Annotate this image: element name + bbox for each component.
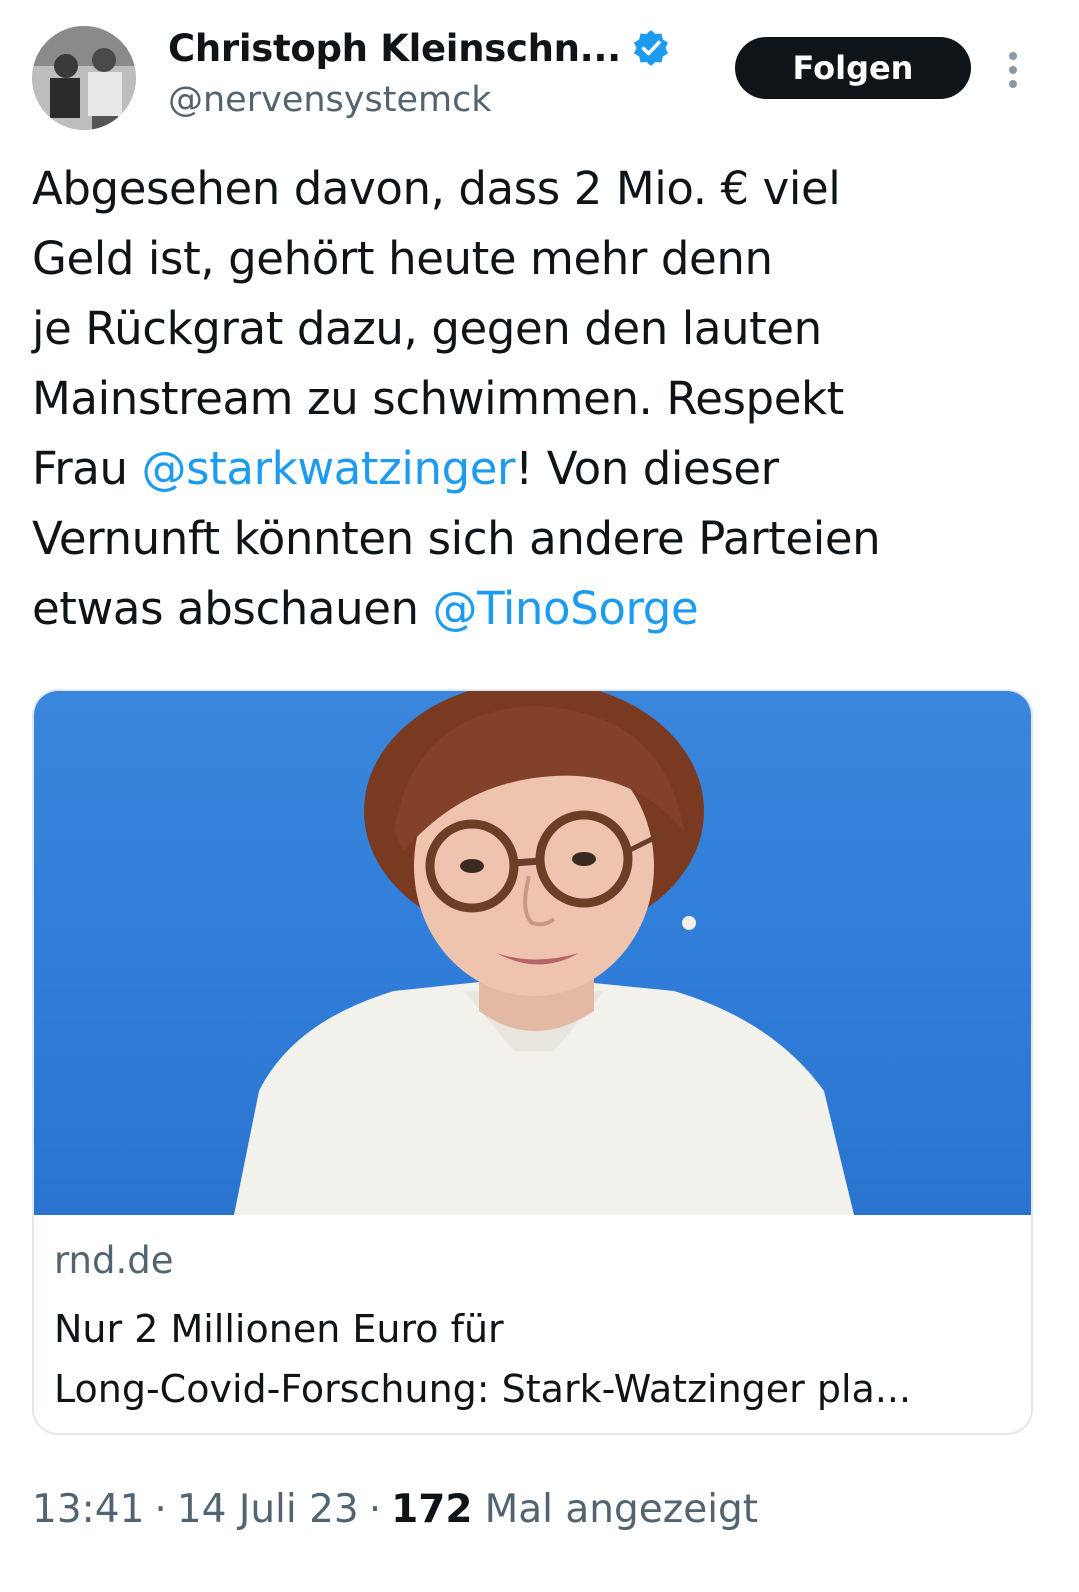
tweet-line: Vernunft könnten sich andere Parteien — [32, 512, 881, 565]
link-preview-image[interactable] — [34, 691, 1031, 1215]
tweet-line: Frau @starkwatzinger! Von dieser — [32, 442, 779, 495]
author-handle[interactable]: @nervensystemck — [168, 80, 492, 120]
tweet-time[interactable]: 13:41 — [32, 1487, 144, 1532]
views-label: Mal angezeigt — [484, 1487, 759, 1532]
tweet-text: Abgesehen davon, dass 2 Mio. € viel Geld… — [32, 154, 1047, 644]
author-name-row[interactable]: Christoph Kleinschn... — [168, 22, 671, 74]
follow-button[interactable]: Folgen — [735, 37, 971, 99]
tweet-line: etwas abschauen @TinoSorge — [32, 582, 699, 635]
tweet-line: Geld ist, gehört heute mehr denn — [32, 232, 773, 285]
mention-link-tinosorge[interactable]: @TinoSorge — [433, 582, 699, 635]
tweet-line: Mainstream zu schwimmen. Respekt — [32, 372, 844, 425]
more-vertical-icon[interactable] — [1002, 50, 1024, 90]
link-card-domain: rnd.de — [54, 1239, 174, 1282]
tweet-line: je Rückgrat dazu, gegen den lauten — [32, 302, 822, 355]
tweet-line: Abgesehen davon, dass 2 Mio. € viel — [32, 162, 841, 215]
meta-separator: · — [154, 1487, 167, 1532]
tweet-date[interactable]: 14 Juli 23 — [177, 1487, 359, 1532]
link-card-title: Nur 2 Millionen Euro für Long-Covid-Fors… — [54, 1307, 912, 1411]
tweet-meta: 13:41 · 14 Juli 23 · 172 Mal angezeigt — [32, 1487, 758, 1532]
views-count: 172 — [391, 1487, 473, 1532]
meta-separator: · — [368, 1487, 382, 1532]
avatar[interactable] — [32, 26, 136, 130]
link-preview-card[interactable]: rnd.de Nur 2 Millionen Euro für Long-Cov… — [32, 689, 1033, 1435]
verified-badge-icon — [633, 30, 668, 66]
author-display-name[interactable]: Christoph Kleinschn... — [168, 27, 621, 70]
mention-link-starkwatzinger[interactable]: @starkwatzinger — [142, 442, 516, 495]
